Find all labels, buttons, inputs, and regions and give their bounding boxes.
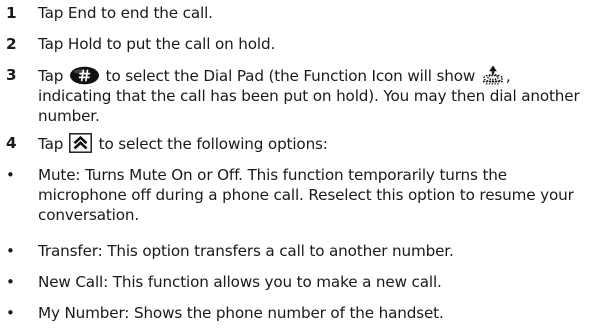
step-text-after-icon: to select the Dial Pad (the Function Ico… (105, 67, 476, 85)
step-text-before-icon: Tap (38, 67, 64, 85)
step-number: 2 (6, 35, 17, 53)
call-on-hold-icon (482, 65, 503, 85)
step-text-line-2: indicating that the call has been put on… (38, 87, 580, 105)
step-text-line-3: number. (38, 107, 100, 125)
step-number: 4 (6, 134, 17, 152)
bullet-glyph: • (6, 273, 15, 291)
option-text-line-2: microphone off during a phone call. Rese… (38, 186, 574, 204)
double-chevron-up-icon (69, 133, 92, 153)
dial-pad-hash-icon (69, 66, 99, 85)
bullet-glyph: • (6, 304, 15, 322)
bullet-glyph: • (6, 242, 15, 260)
option-text-line-1: Mute: Turns Mute On or Off. This functio… (38, 166, 507, 184)
option-text: My Number: Shows the phone number of the… (38, 304, 444, 322)
step-number: 3 (6, 66, 17, 84)
step-number: 1 (6, 4, 17, 22)
option-text-line-3: conversation. (38, 206, 140, 224)
option-text: Transfer: This option transfers a call t… (38, 242, 454, 260)
bullet-glyph: • (6, 166, 15, 184)
step-text: Tap End to end the call. (38, 4, 213, 22)
step-text: Tap Hold to put the call on hold. (38, 35, 276, 53)
step-text-after-icon: to select the following options: (98, 135, 328, 153)
option-text: New Call: This function allows you to ma… (38, 273, 442, 291)
step-text-before-icon: Tap (38, 135, 64, 153)
